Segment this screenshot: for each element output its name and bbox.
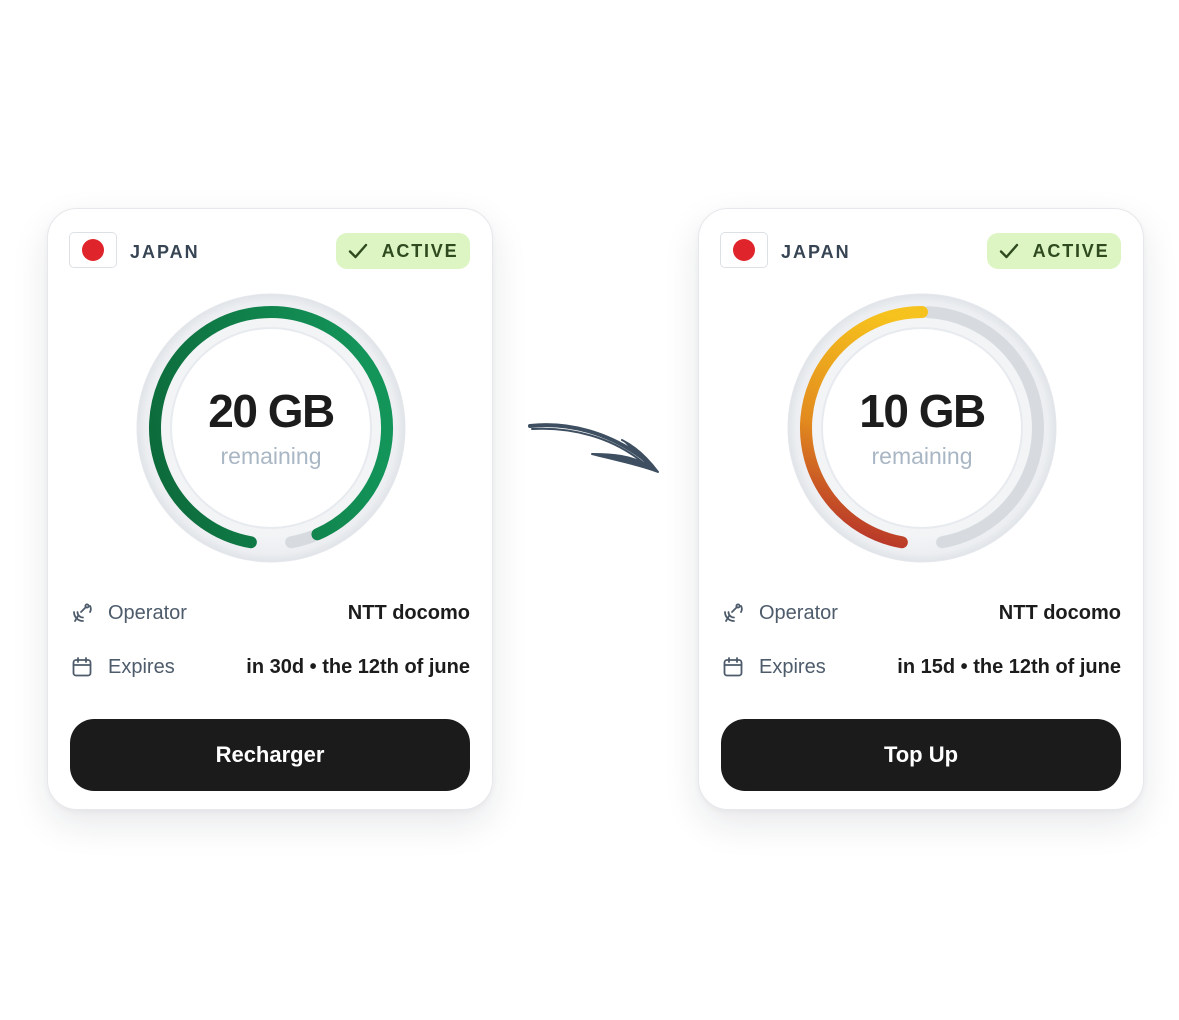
expires-label: Expires	[108, 655, 175, 678]
status-badge: ACTIVE	[336, 233, 470, 269]
expires-value: in 15d • the 12th of june	[897, 655, 1121, 678]
data-remaining-value: 10 GB	[859, 385, 986, 437]
satellite-signal-icon	[724, 603, 743, 622]
country-name: JAPAN	[781, 242, 851, 262]
satellite-signal-icon	[73, 603, 92, 622]
calendar-icon	[72, 657, 92, 677]
operator-label: Operator	[759, 601, 838, 624]
gauge-track	[285, 530, 318, 549]
esim-card-left: JAPAN ACTIVE 20 GB remaining Operator NT…	[47, 208, 493, 810]
calendar-icon	[723, 657, 743, 677]
data-remaining-gauge: 20 GB remaining	[136, 293, 406, 563]
expires-row: Expires in 30d • the 12th of june	[70, 652, 470, 682]
operator-value: NTT docomo	[998, 601, 1121, 624]
data-remaining-label: remaining	[871, 443, 973, 469]
esim-card-right: JAPAN ACTIVE 10 GB remaining Operator NT…	[698, 208, 1144, 810]
hand-drawn-arrow-icon	[528, 423, 659, 473]
status-text: ACTIVE	[381, 240, 459, 261]
japan-flag-icon	[720, 232, 768, 268]
expires-label: Expires	[759, 655, 826, 678]
operator-label: Operator	[108, 601, 187, 624]
country-name: JAPAN	[130, 242, 200, 262]
status-badge: ACTIVE	[987, 233, 1121, 269]
data-remaining-label: remaining	[220, 443, 322, 469]
check-icon	[348, 243, 367, 259]
data-remaining-value: 20 GB	[208, 385, 335, 437]
operator-row: Operator NTT docomo	[70, 598, 470, 628]
expires-value: in 30d • the 12th of june	[246, 655, 470, 678]
top-up-button[interactable]: Top Up	[721, 719, 1121, 791]
recharge-button[interactable]: Recharger	[70, 719, 470, 791]
operator-row: Operator NTT docomo	[721, 598, 1121, 628]
japan-flag-icon	[69, 232, 117, 268]
expires-row: Expires in 15d • the 12th of june	[721, 652, 1121, 682]
status-text: ACTIVE	[1032, 240, 1110, 261]
data-remaining-gauge: 10 GB remaining	[787, 293, 1057, 563]
operator-value: NTT docomo	[347, 601, 470, 624]
check-icon	[999, 243, 1018, 259]
